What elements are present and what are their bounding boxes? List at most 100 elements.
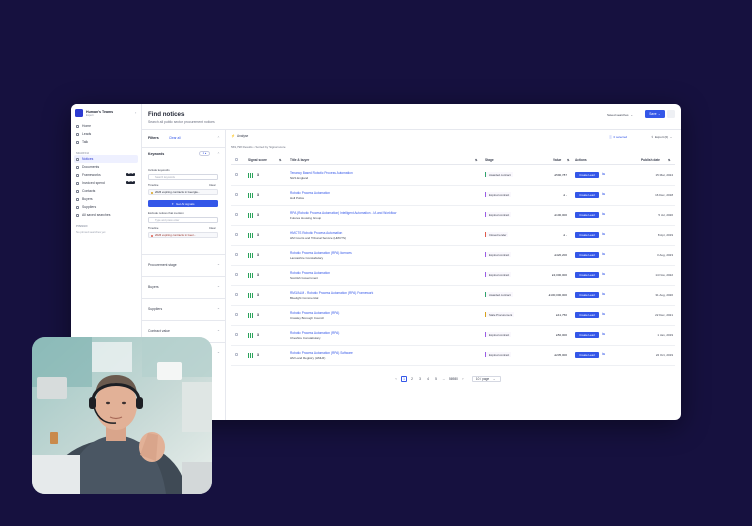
buyer-name[interactable]: NHS England [290,176,308,180]
table-row[interactable]: 3 Robotic Process Automation (RPA) licen… [231,245,675,266]
prev-page-icon[interactable]: ‹ [393,376,399,382]
sort-icon[interactable]: ⇅ [567,158,570,162]
notice-title-link[interactable]: Robotic Process Automation (RPA) [290,331,339,335]
sidebar-item-frameworks[interactable]: Frameworks BETA [74,171,138,179]
filter-section-suppliers[interactable]: Suppliers ⌄ [141,298,225,321]
sidebar-item-documents[interactable]: Documents [74,163,138,171]
selected-count[interactable]: ⓘ 0 selected [609,135,627,139]
buyer-name[interactable]: Futures Housing Group [290,216,321,220]
checkbox[interactable] [235,157,239,161]
table-row[interactable]: 3 HMCTS Robotic Process Automation HM Co… [231,225,675,246]
link-icon[interactable]: ⇋ [602,332,605,336]
buyer-name[interactable]: Lancashire Constabulary [290,256,323,260]
page-button[interactable]: 3 [417,376,423,382]
row-checkbox[interactable] [235,193,239,197]
page-button[interactable]: 4 [425,376,431,382]
next-page-icon[interactable]: › [460,376,466,382]
row-checkbox[interactable] [235,273,239,277]
row-checkbox[interactable] [235,313,239,317]
sort-icon[interactable]: ⇅ [668,158,671,162]
row-checkbox[interactable] [235,253,239,257]
row-checkbox[interactable] [235,233,239,237]
link-icon[interactable]: ⇋ [602,312,605,316]
notice-title-link[interactable]: Robotic Process Automation [290,191,330,195]
row-checkbox[interactable] [235,353,239,357]
notice-title-link[interactable]: RM3/ALM - Robotic Process Automation (RP… [290,291,373,295]
table-row[interactable]: 3 RM3/ALM - Robotic Process Automation (… [231,285,675,306]
notice-title-link[interactable]: Robotic Process Automation (RPA) [290,311,339,315]
sidebar-item-invoiced-spend[interactable]: Invoiced spend BETA [74,179,138,187]
filter-section-buyers[interactable]: Buyers ⌄ [141,276,225,299]
link-icon[interactable]: ⇋ [602,192,605,196]
timeline-clear-link[interactable]: Clear [209,183,216,187]
link-icon[interactable]: ⇋ [602,352,605,356]
row-checkbox[interactable] [235,173,239,177]
create-lead-button[interactable]: Create Lead [575,251,599,258]
team-switcher[interactable]: Human's Teams Expert [75,109,113,117]
sidebar-item-leads[interactable]: Leads [74,130,138,138]
notice-title-link[interactable]: HMCTS Robotic Process Automation [290,231,342,235]
sort-icon[interactable]: ⇅ [279,158,282,162]
sidebar-item-buyers[interactable]: Buyers [74,195,138,203]
get-ai-signals-button[interactable]: ✦ Get AI signals [148,200,218,207]
column-title-buyer[interactable]: Title & buyer [290,158,309,162]
page-button-current[interactable]: 1 [401,376,407,382]
link-icon[interactable]: ⇋ [602,172,605,176]
table-row[interactable]: 3 Robotic Process Automation Hull Police… [231,185,675,206]
analyse-button[interactable]: ⚡ Analyse [231,134,248,138]
select-all-checkbox[interactable] [235,157,239,162]
exclude-keywords-input[interactable]: Type and press enter [148,217,218,223]
export-dropdown[interactable]: ⇪ Export (0) ⌄ [651,135,672,139]
create-lead-button[interactable]: Create Lead [575,271,599,278]
chevron-up-icon[interactable]: ⌃ [217,136,220,140]
column-publish-date[interactable]: Publish date [641,158,660,162]
saved-searches-dropdown[interactable]: Saved searches ⌄ [607,111,633,118]
filter-section-procurement-stage[interactable]: Procurement stage ⌄ [141,254,225,277]
link-icon[interactable]: ⇋ [602,292,605,296]
chevron-up-icon[interactable]: ⌃ [217,152,220,156]
create-lead-button[interactable]: Create Lead [575,191,599,198]
page-ellipsis[interactable]: ... [441,376,447,382]
keywords-count-toggle[interactable]: 1 ● [199,151,210,156]
create-lead-button[interactable]: Create Lead [575,311,599,318]
row-checkbox[interactable] [235,213,239,217]
create-lead-button[interactable]: Create Lead [575,171,599,178]
notice-title-link[interactable]: Robotic Process Automation (RPA) Softwar… [290,351,353,355]
buyer-name[interactable]: Cheshire Constabulary [290,336,321,340]
create-lead-button[interactable]: Create Lead [575,211,599,218]
notice-title-link[interactable]: Tenancy Based Robotic Process Automation [290,171,353,175]
clear-all-link[interactable]: Clear all [169,136,181,140]
link-icon[interactable]: ⇋ [602,272,605,276]
more-options-button[interactable] [667,110,675,118]
buyer-name[interactable]: Bluelight Commercial [290,296,318,300]
create-lead-button[interactable]: Create Lead [575,291,599,298]
include-keyword-chip[interactable]: 2026 expiring contracts in Georgia... [148,189,218,195]
include-keywords-input[interactable]: Search keywords [148,174,218,180]
sidebar-item-talk[interactable]: Talk [74,138,138,146]
buyer-name[interactable]: Hull Police [290,196,304,200]
buyer-name[interactable]: HM Courts and Tribunal Service (HMCTS) [290,236,346,240]
sidebar-item-notices[interactable]: Notices [74,155,138,163]
page-button-last[interactable]: 56980 [449,376,458,382]
notice-title-link[interactable]: Robotic Process Automation (RPA) licence… [290,251,352,255]
link-icon[interactable]: ⇋ [602,252,605,256]
create-lead-button[interactable]: Create Lead [575,231,599,238]
table-row[interactable]: 3 Robotic Process Automation (RPA) Crawl… [231,305,675,326]
sidebar-item-home[interactable]: Home [74,122,138,130]
page-button[interactable]: 2 [409,376,415,382]
table-row[interactable]: 3 Robotic Process Automation (RPA) Chesh… [231,325,675,346]
create-lead-button[interactable]: Create Lead [575,331,599,338]
page-button[interactable]: 5 [433,376,439,382]
notice-title-link[interactable]: Robotic Process Automation [290,271,330,275]
column-signal-score[interactable]: Signal score [248,158,267,162]
sort-icon[interactable]: ⇅ [475,158,478,162]
row-checkbox[interactable] [235,333,239,337]
row-checkbox[interactable] [235,293,239,297]
collapse-sidebar-icon[interactable]: ‹ [135,110,136,115]
page-size-select[interactable]: 10 / page ⌄ [471,376,502,382]
sidebar-item-suppliers[interactable]: Suppliers [74,203,138,211]
notice-title-link[interactable]: RPA (Robotic Process Automation) Intelli… [290,211,396,215]
table-row[interactable]: 3 Robotic Process Automation Scottish Go… [231,265,675,286]
table-row[interactable]: 3 Robotic Process Automation (RPA) Softw… [231,345,675,366]
timeline-chip[interactable]: 2026 expiring contracts in Geor... [148,232,218,238]
